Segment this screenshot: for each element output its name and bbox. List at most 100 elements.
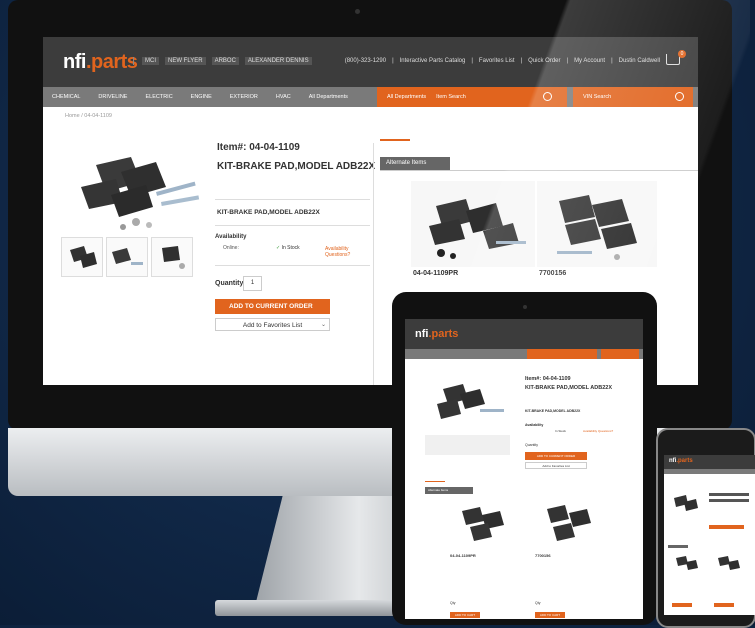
stock-status: In Stock — [555, 429, 566, 433]
add-to-cart-button[interactable] — [672, 603, 692, 607]
divider: | — [392, 58, 394, 64]
product-subtitle: KIT-BRAKE PAD,MODEL ADB22X — [217, 209, 320, 216]
add-to-favorites-button[interactable]: Add to Favorites List — [525, 462, 587, 469]
search-icon[interactable] — [675, 92, 684, 101]
alternate-item-id[interactable]: 04-04-1109PR — [413, 270, 458, 277]
item-number: Item#: 04-04-1109 — [217, 142, 300, 153]
site-logo[interactable]: nfi.parts — [63, 51, 138, 74]
product-title-line — [709, 499, 749, 502]
phone-number[interactable]: (800)-323-1290 — [345, 58, 386, 64]
alternate-item-image[interactable] — [411, 181, 535, 267]
vin-search-input[interactable]: VIN Search — [573, 94, 611, 100]
nav-item-chemical[interactable]: CHEMICAL — [43, 94, 89, 100]
add-to-cart-button[interactable] — [714, 603, 734, 607]
item-search-input[interactable]: Item Search — [426, 94, 466, 100]
product-subtitle: KIT-BRAKE PAD,MODEL ADB22X — [525, 409, 581, 413]
phone-nav — [664, 469, 755, 474]
divider — [215, 265, 370, 266]
brand-logos: MCI NEW FLYER ARBOC ALEXANDER DENNIS — [133, 57, 312, 65]
alternate-item-image[interactable] — [535, 499, 610, 549]
category-nav: CHEMICAL DRIVELINE ELECTRIC ENGINE EXTER… — [43, 87, 698, 107]
divider: | — [566, 58, 569, 64]
qty-label: Qty — [535, 601, 541, 605]
add-to-cart-button[interactable]: ADD TO CART — [450, 612, 480, 618]
thumbnail-image[interactable] — [106, 237, 148, 277]
brand-logo[interactable]: MCI — [142, 57, 159, 65]
nav-item-driveline[interactable]: DRIVELINE — [89, 94, 136, 100]
nav-item-all-departments[interactable]: All Departments — [300, 94, 357, 100]
availability-label: Availability — [215, 234, 247, 240]
add-to-order-button[interactable]: ADD TO CURRENT ORDER — [525, 452, 587, 460]
stock-status-text: In Stock — [281, 245, 300, 251]
cart-count-badge: 0 — [678, 50, 686, 58]
phone-logo[interactable]: nfi.parts — [669, 458, 693, 464]
divider: | — [611, 58, 613, 64]
alternate-item-image[interactable] — [450, 499, 525, 549]
search-icon[interactable] — [543, 92, 552, 101]
tablet-vin-search[interactable] — [601, 349, 639, 359]
alternate-item-image[interactable] — [537, 181, 657, 267]
logo-text: nfi — [63, 51, 86, 73]
top-links: (800)-323-1290 | Interactive Parts Catalo… — [345, 58, 660, 64]
link-quick-order[interactable]: Quick Order — [528, 58, 560, 64]
add-to-order-label: ADD TO CURRENT ORDER — [229, 303, 313, 310]
thumbnail-strip — [425, 435, 510, 455]
logo-parts: parts — [431, 328, 459, 340]
tablet-screen: nfi.parts Item#: 04-04-1109 KIT-BRAKE PA… — [405, 319, 643, 619]
alternate-item-image[interactable] — [712, 552, 748, 576]
product-image[interactable] — [425, 374, 510, 432]
nav-item-hvac[interactable]: HVAC — [267, 94, 300, 100]
brand-logo[interactable]: ARBOC — [211, 57, 239, 65]
nav-item-electric[interactable]: ELECTRIC — [136, 94, 181, 100]
tablet-logo[interactable]: nfi.parts — [415, 328, 458, 340]
brand-logo[interactable]: NEW FLYER — [165, 57, 206, 65]
add-to-favorites-button[interactable]: Add to Favorites List — [215, 318, 330, 331]
availability-questions-link[interactable]: Availability Questions? — [583, 429, 613, 433]
camera-icon — [355, 9, 360, 14]
tab-alternate-items[interactable]: Alternate Items — [380, 157, 450, 170]
tablet-search[interactable] — [527, 349, 597, 359]
alternate-item-id[interactable]: 7700156 — [535, 553, 551, 558]
quantity-input[interactable]: 1 — [243, 276, 262, 291]
department-select[interactable]: All Departments — [377, 94, 426, 100]
user-name[interactable]: Dustin Caldwell — [619, 58, 660, 64]
site-header: nfi.parts MCI NEW FLYER ARBOC ALEXANDER … — [43, 37, 698, 87]
product-title: KIT-BRAKE PAD,MODEL ADB22X — [525, 385, 612, 391]
item-number-line — [709, 493, 749, 496]
add-to-order-button[interactable]: ADD TO CURRENT ORDER — [215, 299, 330, 314]
add-to-cart-button[interactable]: ADD TO CART — [535, 612, 565, 618]
vin-search-bar[interactable]: VIN Search — [573, 87, 693, 107]
alternate-item-id[interactable]: 04-04-1109PR — [450, 553, 476, 558]
alternate-item-image[interactable] — [670, 552, 706, 576]
availability-questions-link[interactable]: Availability Questions? — [325, 246, 365, 258]
nav-item-engine[interactable]: ENGINE — [182, 94, 221, 100]
quantity-label: Quantity — [215, 280, 244, 287]
thumbnail-image[interactable] — [151, 237, 193, 277]
link-favorites[interactable]: Favorites List — [479, 58, 515, 64]
item-search-bar[interactable]: All Departments Item Search — [377, 87, 567, 107]
tab-alternate-items[interactable]: Alternate Items — [425, 487, 473, 494]
stock-status: ✓ In Stock — [276, 245, 300, 251]
tab-indicator — [425, 481, 445, 482]
link-parts-catalog[interactable]: Interactive Parts Catalog — [400, 58, 466, 64]
alternate-item-id[interactable]: 7700156 — [539, 270, 566, 277]
product-title: KIT-BRAKE PAD,MODEL ADB22X — [217, 161, 376, 172]
breadcrumb[interactable]: Home / 04-04-1109 — [65, 113, 112, 119]
divider — [215, 225, 370, 226]
divider — [380, 170, 698, 171]
logo-parts: parts — [678, 458, 693, 464]
chevron-down-icon[interactable]: ⌄ — [318, 318, 330, 331]
nav-item-exterior[interactable]: EXTERIOR — [221, 94, 267, 100]
thumbnail-image[interactable] — [61, 237, 103, 277]
quantity-label: Quantity — [525, 443, 539, 447]
thumbnail-strip — [61, 237, 193, 277]
product-image[interactable] — [668, 490, 706, 518]
add-to-order-button[interactable] — [709, 525, 744, 529]
link-my-account[interactable]: My Account — [574, 58, 605, 64]
tab-alternate-items[interactable] — [668, 545, 688, 548]
brand-logo[interactable]: ALEXANDER DENNIS — [244, 57, 312, 65]
camera-icon — [523, 305, 527, 309]
product-image[interactable] — [61, 137, 209, 237]
tab-indicator — [380, 139, 410, 141]
availability-label: Availability — [525, 423, 544, 427]
